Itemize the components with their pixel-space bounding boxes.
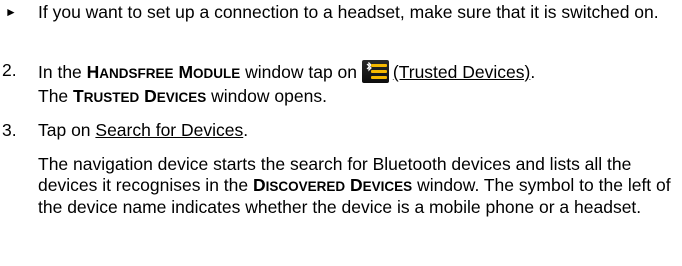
window-name-trusted-devices: TRUSTED DEVICES <box>73 86 207 106</box>
window-name-handsfree-module: HANDSFREE MODULE <box>86 62 241 82</box>
step-number: 3. <box>2 120 17 140</box>
step-3-instruction: Tap on Search for Devices. <box>38 120 249 140</box>
step-3-result-text: The navigation device starts the search … <box>38 154 671 217</box>
bullet-arrow-icon: ► <box>5 5 17 19</box>
search-for-devices-link[interactable]: Search for Devices <box>95 120 243 140</box>
window-name-discovered-devices: DISCOVERED DEVICES <box>252 175 413 195</box>
bullet-text: If you want to set up a connection to a … <box>38 2 659 22</box>
trusted-devices-link[interactable]: (Trusted Devices) <box>393 62 530 82</box>
step-2-instruction: In the HANDSFREE MODULE window tap on (T… <box>38 60 536 83</box>
step-number: 2. <box>2 60 17 80</box>
trusted-devices-icon[interactable] <box>361 60 389 83</box>
